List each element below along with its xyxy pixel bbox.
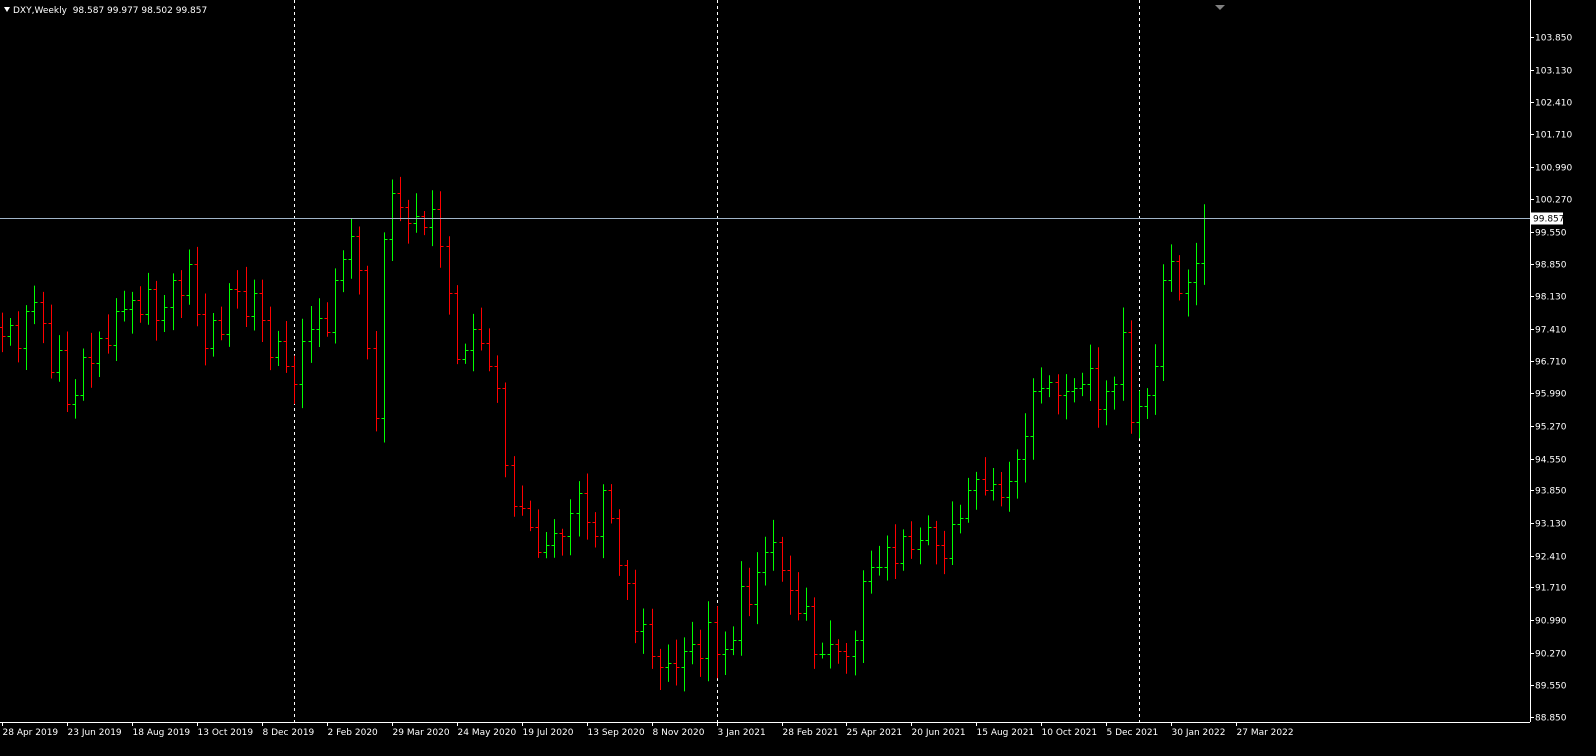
x-tick-label: 30 Jan 2022 [1172, 728, 1226, 738]
y-tick-label: 93.850 [1535, 487, 1567, 497]
y-tick-label: 96.710 [1535, 358, 1567, 368]
y-tick-label: 92.410 [1535, 553, 1567, 563]
y-tick-label: 93.130 [1535, 520, 1567, 530]
y-tick-label: 91.710 [1535, 584, 1567, 594]
y-tick-label: 103.130 [1535, 67, 1572, 77]
x-tick-label: 25 Apr 2021 [847, 728, 903, 738]
x-tick-label: 8 Nov 2020 [653, 728, 705, 738]
y-tick-label: 99.550 [1535, 229, 1567, 239]
y-tick-label: 89.550 [1535, 682, 1567, 692]
chart-background [0, 0, 1596, 756]
x-tick-label: 15 Aug 2021 [977, 728, 1035, 738]
y-tick-label: 100.990 [1535, 164, 1572, 174]
x-tick-label: 20 Jun 2021 [912, 728, 966, 738]
price-chart: 103.850 103.130 102.410 101.710 100.990 100.2… [0, 0, 1596, 756]
x-tick-label: 18 Aug 2019 [133, 728, 191, 738]
x-tick-label: 24 May 2020 [458, 728, 517, 738]
x-tick-label: 27 Mar 2022 [1237, 728, 1294, 738]
x-tick-label: 10 Oct 2021 [1042, 728, 1098, 738]
x-tick-label: 5 Dec 2021 [1107, 728, 1159, 738]
y-tick-label: 95.270 [1535, 423, 1567, 433]
y-tick-label: 90.270 [1535, 650, 1567, 660]
y-tick-label: 88.850 [1535, 714, 1567, 724]
x-tick-label: 23 Jun 2019 [68, 728, 122, 738]
current-price-tag: 99.857 [1531, 212, 1565, 225]
symbol-label: DXY,Weekly [13, 6, 67, 16]
x-tick-label: 3 Jan 2021 [718, 728, 766, 738]
chart-window: 103.850 103.130 102.410 101.710 100.990 100.2… [0, 0, 1596, 756]
y-tick-label: 94.550 [1535, 456, 1567, 466]
x-tick-label: 29 Mar 2020 [393, 728, 450, 738]
y-tick-label: 103.850 [1535, 34, 1572, 44]
ohlc-values: 98.587 99.977 98.502 99.857 [72, 6, 208, 16]
y-tick-label: 95.990 [1535, 390, 1567, 400]
chart-header: DXY,Weekly 98.587 99.977 98.502 99.857 [4, 6, 207, 16]
y-tick-label: 97.410 [1535, 326, 1567, 336]
current-price-tag-label: 99.857 [1533, 215, 1565, 225]
x-tick-label: 28 Apr 2019 [3, 728, 59, 738]
y-tick-label: 90.990 [1535, 617, 1567, 627]
x-tick-label: 8 Dec 2019 [263, 728, 315, 738]
y-tick-label: 98.130 [1535, 293, 1567, 303]
y-tick-label: 98.850 [1535, 261, 1567, 271]
x-tick-label: 2 Feb 2020 [328, 728, 379, 738]
x-tick-label: 28 Feb 2021 [783, 728, 839, 738]
x-tick-label: 13 Oct 2019 [198, 728, 254, 738]
y-tick-label: 100.270 [1535, 196, 1572, 206]
x-tick-label: 19 Jul 2020 [523, 728, 574, 738]
dropdown-triangle-icon[interactable] [4, 7, 10, 12]
y-tick-label: 101.710 [1535, 131, 1572, 141]
x-tick-label: 13 Sep 2020 [588, 728, 645, 738]
y-tick-label: 102.410 [1535, 99, 1572, 109]
